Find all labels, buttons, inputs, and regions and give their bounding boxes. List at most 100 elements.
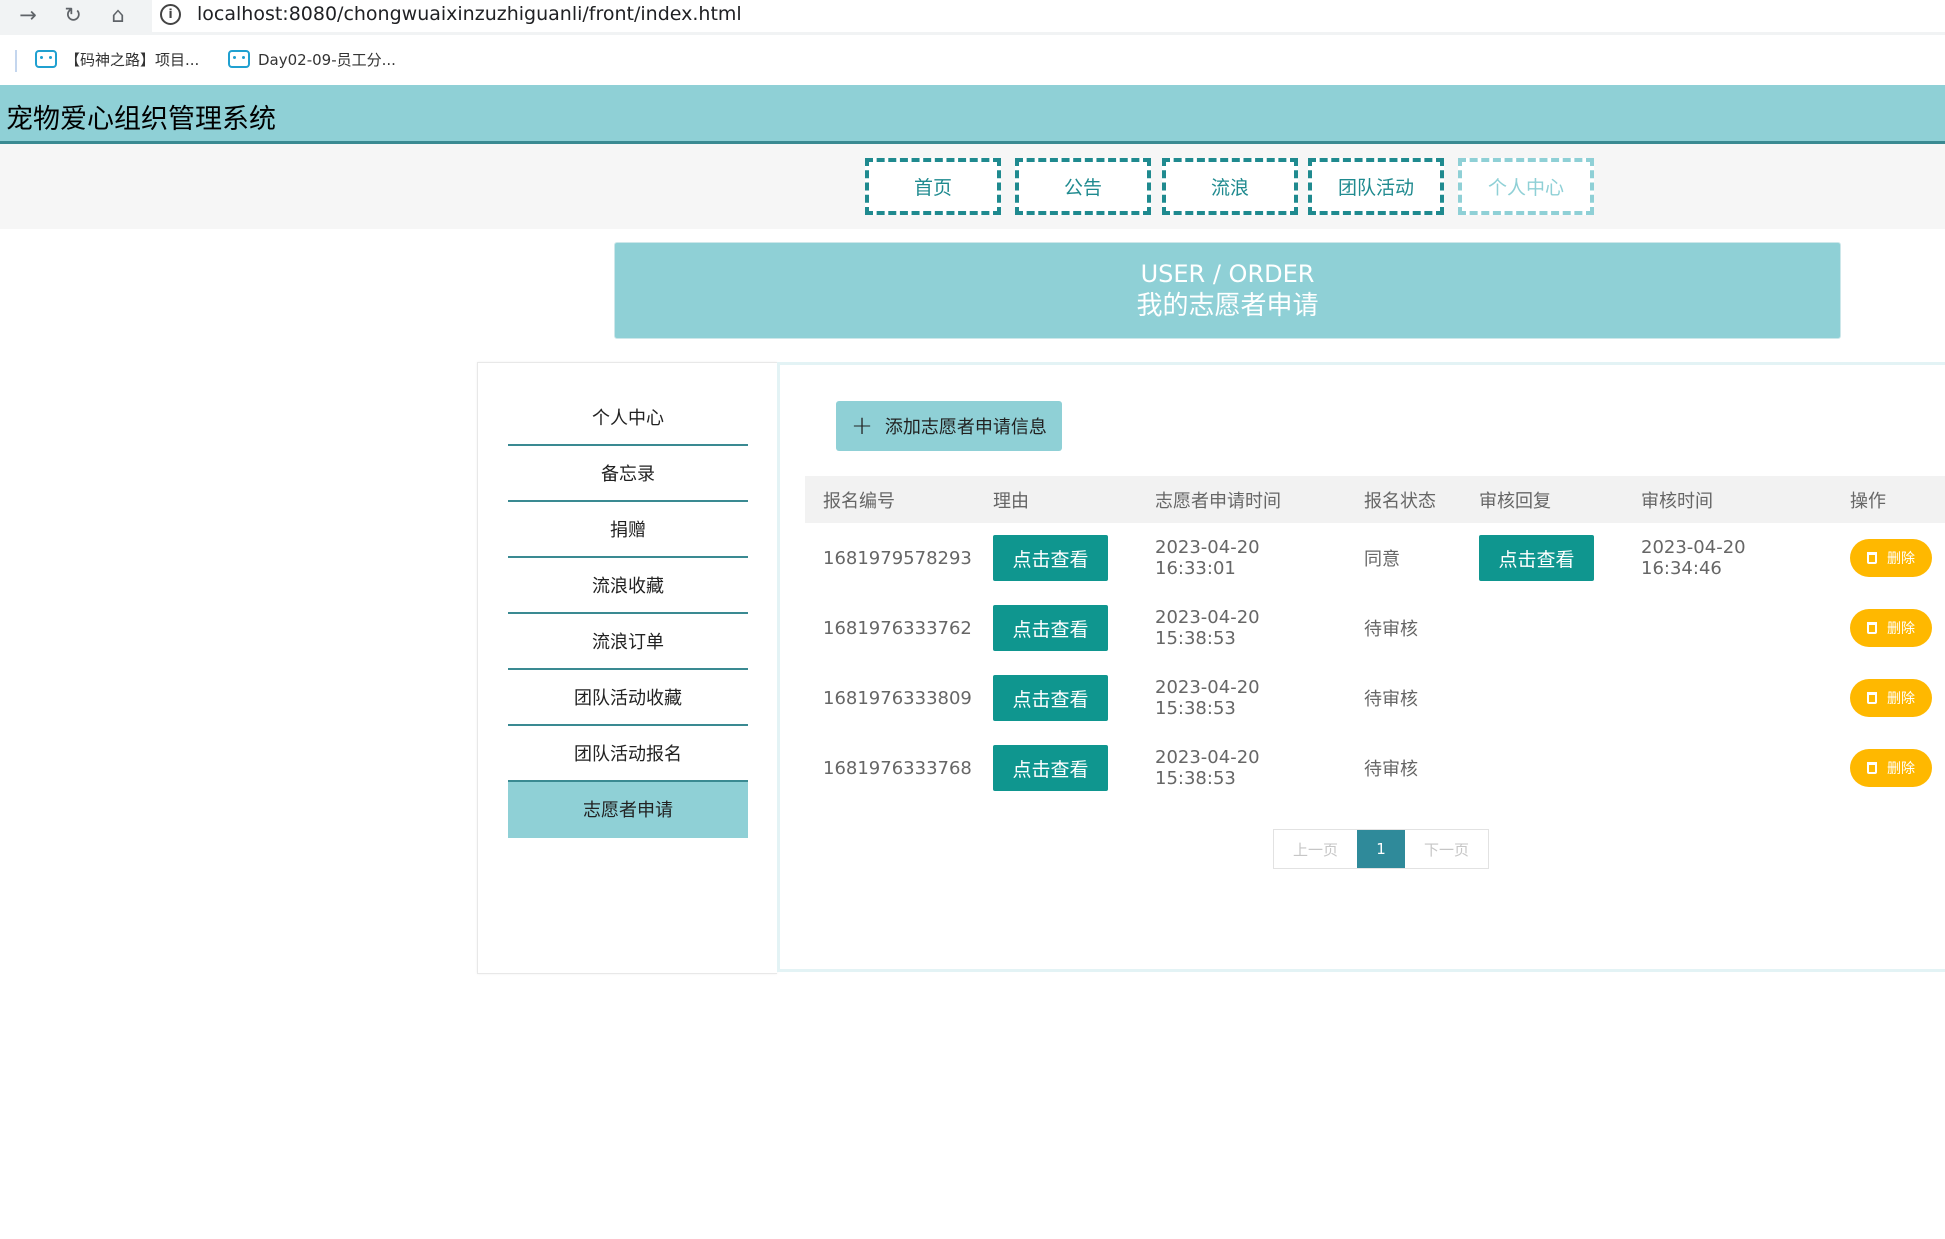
cell-apply-time: 2023-04-20 15:38:53 — [1155, 747, 1260, 789]
nav-user-center[interactable]: 个人中心 — [1458, 158, 1594, 215]
nav-stray[interactable]: 流浪 — [1162, 158, 1298, 215]
delete-label: 删除 — [1887, 621, 1915, 637]
sidebar-item-profile[interactable]: 个人中心 — [508, 390, 748, 446]
cell-id: 1681979578293 — [823, 547, 972, 569]
banner-subtitle: USER / ORDER — [1140, 260, 1315, 288]
add-application-button[interactable]: + 添加志愿者申请信息 — [836, 401, 1062, 451]
sidebar-item-volunteer-application[interactable]: 志愿者申请 — [508, 782, 748, 838]
site-title: 宠物爱心组织管理系统 — [6, 104, 276, 135]
view-reason-button[interactable]: 点击查看 — [993, 535, 1108, 581]
cell-review-time — [1623, 593, 1832, 663]
table-row: 1681976333809 点击查看 2023-04-20 15:38:53 待… — [805, 663, 1945, 733]
delete-button[interactable]: 删除 — [1850, 539, 1932, 577]
delete-label: 删除 — [1887, 551, 1915, 567]
column-header-reply: 审核回复 — [1461, 476, 1623, 523]
home-icon[interactable]: ⌂ — [103, 0, 133, 30]
table-row: 1681976333762 点击查看 2023-04-20 15:38:53 待… — [805, 593, 1945, 663]
url-text[interactable]: localhost:8080/chongwuaixinzuzhiguanli/f… — [197, 3, 742, 25]
page-title: 我的志愿者申请 — [1136, 291, 1319, 321]
bookmark-label: 【码神之路】项目... — [65, 50, 200, 69]
page-banner: USER / ORDER 我的志愿者申请 — [614, 242, 1841, 339]
cell-status: 待审核 — [1364, 619, 1418, 640]
column-header-actions: 操作 — [1832, 476, 1945, 523]
sidebar-item-stray-favorites[interactable]: 流浪收藏 — [508, 558, 748, 614]
sidebar-item-donation[interactable]: 捐赠 — [508, 502, 748, 558]
page-number-current[interactable]: 1 — [1357, 830, 1405, 868]
add-button-label: 添加志愿者申请信息 — [884, 417, 1047, 438]
delete-button[interactable]: 删除 — [1850, 609, 1932, 647]
site-header: 宠物爱心组织管理系统 — [0, 85, 1945, 144]
nav-notice[interactable]: 公告 — [1015, 158, 1151, 215]
cell-reply — [1461, 663, 1623, 733]
bookmarks-bar: 【码神之路】项目... Day02-09-员工分... — [0, 35, 1945, 85]
cell-review-time — [1623, 663, 1832, 733]
main-nav: 首页 公告 流浪 团队活动 个人中心 — [0, 144, 1945, 229]
view-reason-button[interactable]: 点击查看 — [993, 675, 1108, 721]
table-header-row: 报名编号 理由 志愿者申请时间 报名状态 审核回复 审核时间 操作 — [805, 476, 1945, 523]
column-header-id: 报名编号 — [805, 476, 975, 523]
browser-toolbar: → ↻ ⌂ i localhost:8080/chongwuaixinzuzhi… — [0, 0, 1945, 35]
next-page-button[interactable]: 下一页 — [1405, 830, 1488, 868]
user-sidebar: 个人中心 备忘录 捐赠 流浪收藏 流浪订单 团队活动收藏 团队活动报名 志愿者申… — [477, 362, 777, 974]
delete-label: 删除 — [1887, 761, 1915, 777]
column-header-review-time: 审核时间 — [1623, 476, 1832, 523]
cell-id: 1681976333809 — [823, 687, 972, 709]
cell-status: 同意 — [1364, 549, 1400, 570]
cell-id: 1681976333762 — [823, 617, 972, 639]
column-header-apply-time: 志愿者申请时间 — [1137, 476, 1346, 523]
cell-status: 待审核 — [1364, 689, 1418, 710]
bookmarks-divider — [15, 50, 17, 72]
sidebar-item-activity-favorites[interactable]: 团队活动收藏 — [508, 670, 748, 726]
cell-reason: 点击查看 — [975, 523, 1137, 593]
reload-icon[interactable]: ↻ — [58, 0, 88, 30]
prev-page-button[interactable]: 上一页 — [1274, 830, 1357, 868]
cell-id: 1681976333768 — [823, 757, 972, 779]
cell-reply — [1461, 593, 1623, 663]
forward-arrow-icon[interactable]: → — [13, 0, 43, 30]
delete-label: 删除 — [1887, 691, 1915, 707]
bookmark-item[interactable]: 【码神之路】项目... — [35, 47, 199, 71]
cell-apply-time: 2023-04-20 15:38:53 — [1155, 607, 1260, 649]
pagination: 上一页 1 下一页 — [1273, 829, 1489, 869]
bookmark-item[interactable]: Day02-09-员工分... — [228, 47, 396, 71]
cell-reason: 点击查看 — [975, 733, 1137, 803]
bookmark-label: Day02-09-员工分... — [258, 50, 396, 69]
bilibili-icon — [35, 50, 57, 68]
cell-actions: 删除 — [1832, 523, 1945, 593]
cell-actions: 删除 — [1832, 733, 1945, 803]
nav-team-activity[interactable]: 团队活动 — [1308, 158, 1444, 215]
cell-actions: 删除 — [1832, 663, 1945, 733]
nav-home[interactable]: 首页 — [865, 158, 1001, 215]
cell-review-time: 2023-04-20 16:34:46 — [1641, 537, 1746, 579]
column-header-reason: 理由 — [975, 476, 1137, 523]
trash-icon — [1867, 762, 1877, 774]
site-info-icon[interactable]: i — [160, 4, 181, 25]
cell-actions: 删除 — [1832, 593, 1945, 663]
delete-button[interactable]: 删除 — [1850, 749, 1932, 787]
cell-apply-time: 2023-04-20 15:38:53 — [1155, 677, 1260, 719]
cell-status: 待审核 — [1364, 759, 1418, 780]
address-bar[interactable]: i localhost:8080/chongwuaixinzuzhiguanli… — [152, 0, 1945, 32]
table-row: 1681976333768 点击查看 2023-04-20 15:38:53 待… — [805, 733, 1945, 803]
delete-button[interactable]: 删除 — [1850, 679, 1932, 717]
sidebar-item-activity-signup[interactable]: 团队活动报名 — [508, 726, 748, 782]
trash-icon — [1867, 552, 1877, 564]
view-reason-button[interactable]: 点击查看 — [993, 605, 1108, 651]
sidebar-item-stray-orders[interactable]: 流浪订单 — [508, 614, 748, 670]
cell-apply-time: 2023-04-20 16:33:01 — [1155, 537, 1260, 579]
view-reply-button[interactable]: 点击查看 — [1479, 535, 1594, 581]
table-row: 1681979578293 点击查看 2023-04-20 16:33:01 同… — [805, 523, 1945, 593]
bilibili-icon — [228, 50, 250, 68]
trash-icon — [1867, 622, 1877, 634]
cell-reply: 点击查看 — [1461, 523, 1623, 593]
plus-icon: + — [851, 411, 873, 441]
cell-reason: 点击查看 — [975, 663, 1137, 733]
view-reason-button[interactable]: 点击查看 — [993, 745, 1108, 791]
cell-reply — [1461, 733, 1623, 803]
cell-reason: 点击查看 — [975, 593, 1137, 663]
column-header-status: 报名状态 — [1346, 476, 1461, 523]
trash-icon — [1867, 692, 1877, 704]
sidebar-item-memo[interactable]: 备忘录 — [508, 446, 748, 502]
main-panel: + 添加志愿者申请信息 报名编号 理由 志愿者申请时间 报名状态 审核回复 审核… — [777, 362, 1945, 972]
cell-review-time — [1623, 733, 1832, 803]
